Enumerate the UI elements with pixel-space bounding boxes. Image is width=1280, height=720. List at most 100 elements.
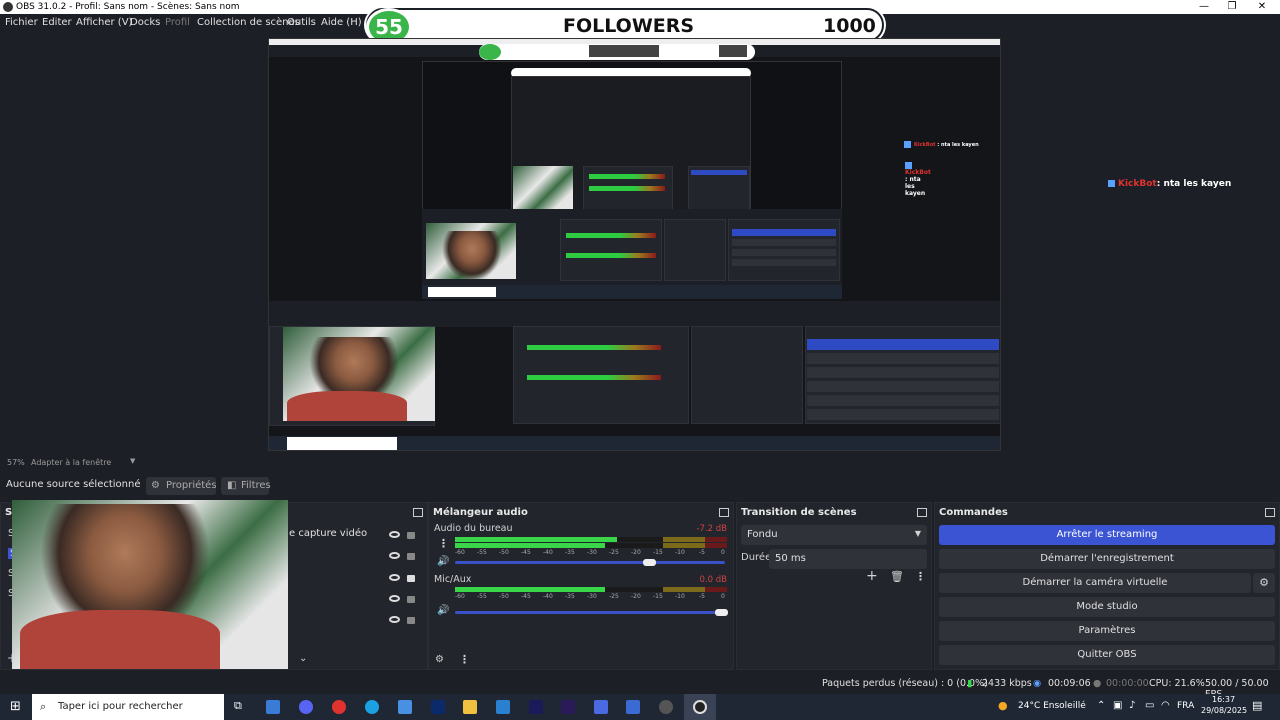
weather-text[interactable]: 24°C Ensoleillé <box>1018 701 1086 711</box>
premiere-icon[interactable] <box>561 700 575 714</box>
clock-time[interactable]: 16:37 <box>1212 695 1235 704</box>
start-recording-button[interactable]: Démarrer l'enregistrement <box>939 549 1275 569</box>
lock-icon[interactable] <box>407 596 415 603</box>
after-effects-icon[interactable] <box>529 700 543 714</box>
audio-meter <box>455 587 727 592</box>
transitions-title: Transition de scènes <box>741 507 857 518</box>
audio-meter <box>455 537 727 542</box>
notifications-icon[interactable]: ▤ <box>1252 699 1262 712</box>
language-indicator[interactable]: FRA <box>1177 701 1194 711</box>
duration-label: Durée <box>741 552 772 563</box>
zoom-fit-select[interactable]: Adapter à la fenêtre <box>31 458 111 467</box>
source-item-label[interactable]: e capture vidéo <box>289 528 367 539</box>
cpu-usage: CPU: 21.6% <box>1149 678 1205 689</box>
kebab-menu-icon[interactable]: ⋮ <box>438 537 449 550</box>
network-icon[interactable]: ▣ <box>1113 700 1122 711</box>
add-icon[interactable]: + <box>866 568 878 584</box>
duration-input[interactable]: 50 ms <box>769 549 927 569</box>
menu-fichier[interactable]: Fichier <box>5 17 38 28</box>
eye-icon[interactable] <box>389 531 400 538</box>
channel-name: Mic/Aux <box>434 574 472 585</box>
lock-icon[interactable] <box>407 617 415 624</box>
nested-transition-dock <box>691 326 803 424</box>
followers-goal: 1000 <box>823 15 876 37</box>
signal-icon: ▮ <box>967 678 973 689</box>
start-virtual-camera-button[interactable]: Démarrer la caméra virtuelle <box>939 573 1251 593</box>
volume-icon[interactable]: ♪ <box>1129 700 1135 711</box>
edge-icon[interactable] <box>365 700 379 714</box>
virtual-camera-settings-icon[interactable]: ⚙ <box>1253 573 1275 593</box>
folder-icon[interactable] <box>463 700 477 714</box>
tray-chevron-icon[interactable]: ⌃ <box>1097 700 1105 711</box>
popout-icon[interactable] <box>413 508 423 517</box>
menu-editer[interactable]: Editer <box>42 17 72 28</box>
windows-start-icon[interactable]: ⊞ <box>10 699 21 714</box>
filters-button[interactable]: ◧ Filtres <box>221 477 271 495</box>
channel-db: -7.2 dB <box>696 524 727 534</box>
app-icon[interactable] <box>659 700 673 714</box>
speaker-icon[interactable]: 🔊 <box>437 556 449 567</box>
chrome-icon[interactable] <box>332 700 346 714</box>
meter-scale: -60 -55 -50 -45 -40 -35 -30 -25 -20 -15 … <box>455 549 725 556</box>
speaker-icon[interactable]: 🔊 <box>437 605 449 616</box>
eye-icon[interactable] <box>389 595 400 602</box>
mixer-settings-icon[interactable]: ⚙ <box>435 654 444 665</box>
photoshop-icon[interactable] <box>431 700 445 714</box>
app-icon[interactable] <box>626 700 640 714</box>
task-view-icon[interactable]: ⧉ <box>234 699 242 713</box>
record-time: 00:00:00 <box>1106 678 1149 689</box>
webcam-shirt <box>20 610 220 669</box>
trash-icon[interactable]: 🗑 <box>890 570 904 583</box>
app-icon[interactable] <box>594 700 608 714</box>
kebab-menu-icon[interactable]: ⋮ <box>915 570 926 583</box>
stop-streaming-button[interactable]: Arrêter le streaming <box>939 525 1275 545</box>
exit-button[interactable]: Quitter OBS <box>939 645 1275 665</box>
clock-date[interactable]: 29/08/2025 <box>1201 706 1247 715</box>
minimize-button[interactable]: — <box>1190 0 1218 14</box>
kebab-menu-icon[interactable]: ⋮ <box>459 653 470 666</box>
lock-icon[interactable] <box>407 575 415 582</box>
lock-icon[interactable] <box>407 553 415 560</box>
eye-icon[interactable] <box>389 552 400 559</box>
eye-icon[interactable] <box>389 574 400 581</box>
menu-collection[interactable]: Collection de scènes <box>197 17 300 28</box>
properties-button[interactable]: ⚙ Propriétés <box>146 477 217 495</box>
menu-docks[interactable]: Docks <box>130 17 160 28</box>
app-icon[interactable] <box>398 700 412 714</box>
lock-icon[interactable] <box>407 532 415 539</box>
menu-outils[interactable]: Outils <box>287 17 316 28</box>
meter-scale: -60 -55 -50 -45 -40 -35 -30 -25 -20 -15 … <box>455 593 725 600</box>
wifi-icon[interactable]: ◠ <box>1161 700 1170 711</box>
settings-button[interactable]: Paramètres <box>939 621 1275 641</box>
volume-knob[interactable] <box>643 559 656 566</box>
app-icon[interactable] <box>266 700 280 714</box>
volume-slider[interactable] <box>455 611 725 614</box>
zoom-chevron-icon[interactable]: ▼ <box>130 457 135 465</box>
menu-afficher[interactable]: Afficher (V) <box>76 17 132 28</box>
transition-type-select[interactable]: Fondu ▼ <box>741 525 927 545</box>
discord-icon[interactable] <box>299 700 313 714</box>
chevron-down-icon[interactable]: ⌄ <box>299 653 307 664</box>
chat-username: KickBot <box>1118 179 1157 189</box>
preview-canvas[interactable]: KickBot : nta les kayen KickBot : nta le… <box>268 38 1001 451</box>
close-button[interactable]: ✕ <box>1248 0 1276 14</box>
preview-zoom-bar: 57% Adapter à la fenêtre ▼ <box>0 455 1280 471</box>
stream-icon: ◉ <box>1033 678 1042 689</box>
obs-logo-icon <box>3 2 13 12</box>
obs-taskbar-button[interactable] <box>684 694 716 720</box>
menu-profil[interactable]: Profil <box>165 17 190 28</box>
volume-slider[interactable] <box>455 561 725 564</box>
menu-aide[interactable]: Aide (H) <box>321 17 362 28</box>
taskbar-search[interactable]: ⌕ Taper ici pour rechercher <box>32 694 224 720</box>
battery-icon[interactable]: ▭ <box>1145 700 1154 711</box>
popout-icon[interactable] <box>917 508 927 517</box>
maximize-button[interactable]: ❐ <box>1218 0 1246 14</box>
popout-icon[interactable] <box>1265 508 1275 517</box>
eye-icon[interactable] <box>389 616 400 623</box>
store-icon[interactable] <box>496 700 510 714</box>
commands-dock: Commandes Arrêter le streaming Démarrer … <box>934 502 1280 670</box>
weather-icon: ● <box>998 699 1008 712</box>
studio-mode-button[interactable]: Mode studio <box>939 597 1275 617</box>
volume-knob[interactable] <box>715 609 728 616</box>
popout-icon[interactable] <box>719 508 729 517</box>
